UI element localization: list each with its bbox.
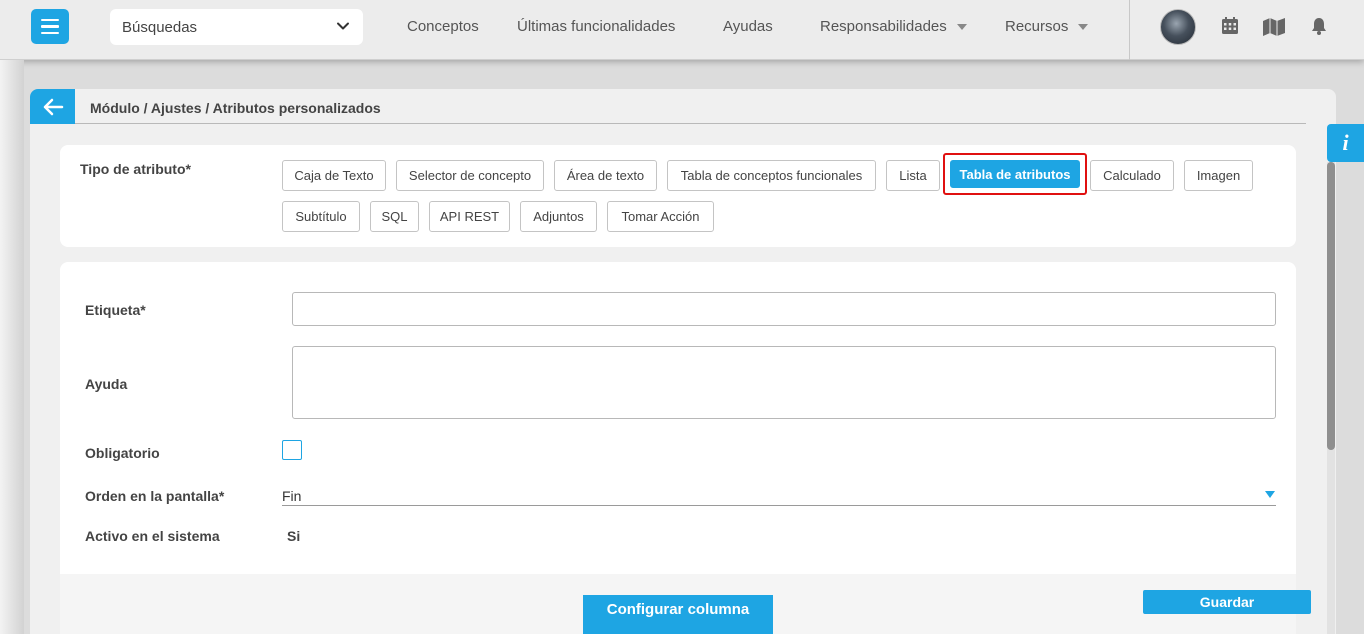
arrow-left-icon	[43, 98, 63, 115]
nav-ayudas-label: Ayudas	[723, 18, 773, 35]
type-option-api-rest[interactable]: API REST	[429, 201, 510, 232]
search-select[interactable]: Búsquedas	[110, 9, 363, 45]
nav-conceptos-label: Conceptos	[407, 18, 479, 35]
nav-responsabilidades-label: Responsabilidades	[820, 18, 947, 35]
bell-icon[interactable]	[1309, 16, 1329, 36]
active-field-value: Si	[287, 528, 301, 544]
top-bar-divider	[1129, 0, 1130, 60]
menu-icon-line	[41, 18, 59, 22]
help-field-label: Ayuda	[85, 376, 128, 392]
map-icon[interactable]	[1262, 16, 1286, 36]
nav-recursos[interactable]: Recursos	[1005, 18, 1089, 35]
nav-recursos-label: Recursos	[1005, 18, 1069, 35]
nav-ultimas-funcionalidades-label: Últimas funcionalidades	[517, 18, 676, 35]
type-option-tabla-de-conceptos-funcionales[interactable]: Tabla de conceptos funcionales	[667, 160, 876, 191]
type-option-selector-de-concepto[interactable]: Selector de concepto	[396, 160, 544, 191]
required-field-label: Obligatorio	[85, 445, 160, 461]
type-option-tomar-accion[interactable]: Tomar Acción	[607, 201, 714, 232]
order-field-label: Orden en la pantalla*	[85, 488, 225, 504]
menu-icon-line	[41, 25, 59, 28]
type-option-sql[interactable]: SQL	[370, 201, 419, 232]
type-option-adjuntos[interactable]: Adjuntos	[520, 201, 597, 232]
breadcrumb-divider	[75, 123, 1306, 124]
save-button[interactable]: Guardar	[1143, 590, 1311, 614]
caret-down-icon	[1078, 23, 1089, 30]
chevron-down-icon	[337, 22, 349, 30]
type-option-subtitulo[interactable]: Subtítulo	[282, 201, 360, 232]
caret-down-icon	[956, 23, 967, 30]
page-left-edge	[0, 60, 24, 634]
avatar[interactable]	[1160, 9, 1196, 45]
nav-responsabilidades[interactable]: Responsabilidades	[820, 18, 967, 35]
calendar-icon[interactable]	[1220, 16, 1240, 36]
active-field-label: Activo en el sistema	[85, 528, 220, 544]
label-input[interactable]	[292, 292, 1276, 326]
selected-option-highlight	[943, 153, 1087, 195]
top-bar: Búsquedas Conceptos Últimas funcionalida…	[0, 0, 1364, 60]
menu-icon-line	[41, 31, 59, 35]
caret-down-icon	[1265, 491, 1275, 498]
info-tab-button[interactable]: i	[1327, 124, 1364, 162]
label-field-label: Etiqueta*	[85, 302, 146, 318]
type-option-area-de-texto[interactable]: Área de texto	[554, 160, 657, 191]
help-textarea[interactable]	[292, 346, 1276, 419]
breadcrumb: Módulo / Ajustes / Atributos personaliza…	[90, 100, 381, 116]
nav-conceptos[interactable]: Conceptos	[407, 18, 479, 35]
back-button[interactable]	[30, 89, 75, 124]
type-option-caja-de-texto[interactable]: Caja de Texto	[282, 160, 386, 191]
order-select-value: Fin	[282, 488, 302, 504]
attribute-type-label: Tipo de atributo*	[80, 161, 191, 177]
scrollbar-thumb[interactable]	[1327, 162, 1335, 450]
type-option-lista[interactable]: Lista	[886, 160, 940, 191]
type-option-imagen[interactable]: Imagen	[1184, 160, 1253, 191]
order-select[interactable]	[282, 483, 1276, 506]
nav-ayudas[interactable]: Ayudas	[723, 18, 773, 35]
hamburger-menu-button[interactable]	[31, 9, 69, 44]
configure-column-button[interactable]: Configurar columna	[583, 595, 773, 634]
nav-ultimas-funcionalidades[interactable]: Últimas funcionalidades	[517, 18, 675, 35]
search-select-value: Búsquedas	[122, 18, 198, 36]
required-checkbox[interactable]	[282, 440, 302, 460]
type-option-calculado[interactable]: Calculado	[1090, 160, 1174, 191]
